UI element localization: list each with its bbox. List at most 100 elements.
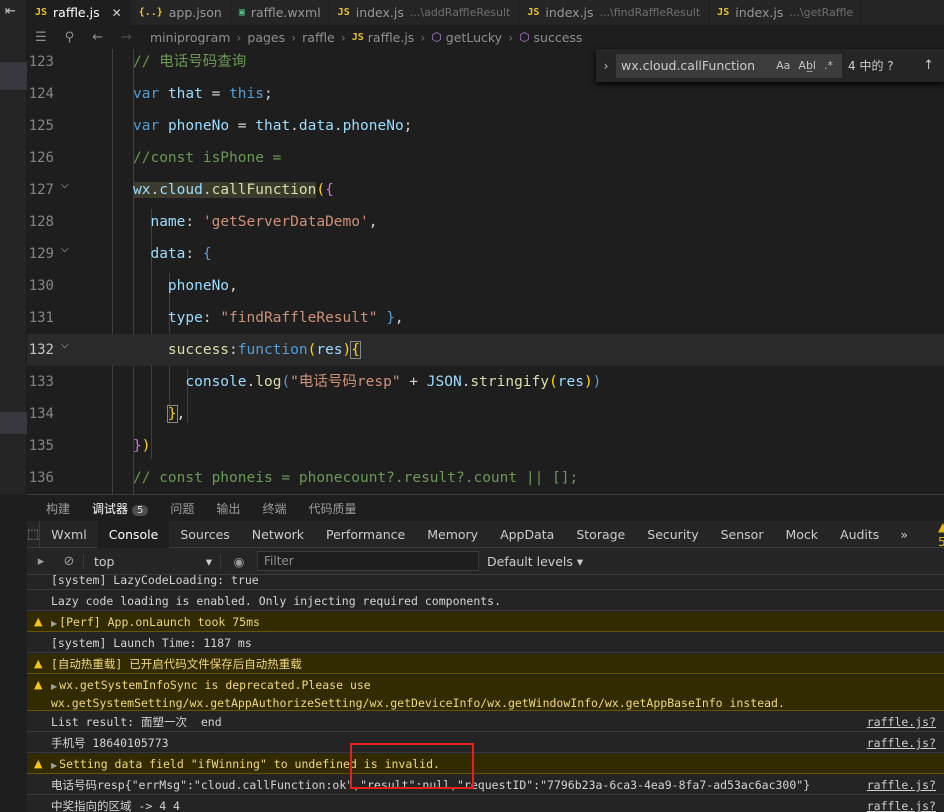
console-message: [system] Launch Time: 1187 ms xyxy=(51,636,252,650)
code-line: 126 //const isPhone = xyxy=(27,142,944,174)
breadcrumb-file[interactable]: raffle.js xyxy=(368,30,415,45)
panel-tab[interactable]: 问题 xyxy=(170,500,194,517)
console-warning-row: ▲ ▶ [Perf] App.onLaunch took 75ms xyxy=(27,612,944,632)
line-number: 125 xyxy=(28,118,54,134)
close-icon[interactable]: ✕ xyxy=(112,6,122,20)
devtools-tab[interactable]: AppData xyxy=(489,521,565,548)
devtools-tab[interactable]: Audits xyxy=(829,521,890,548)
editor-tab[interactable]: JS index.js ...\findRaffleResult xyxy=(519,0,710,25)
console-output[interactable]: [system] LazyCodeLoading: true Lazy code … xyxy=(27,575,944,812)
method-cube-icon: ⬡ xyxy=(519,30,530,44)
code-text: wx.cloud.callFunction({ xyxy=(133,182,334,198)
editor-tab-label: index.js xyxy=(355,5,404,20)
editor-tab[interactable]: {..} app.json xyxy=(131,0,231,25)
wxml-file-icon: ▣ xyxy=(238,7,245,18)
expand-triangle-icon[interactable]: ▶ xyxy=(51,619,57,628)
filter-input[interactable]: Filter xyxy=(257,551,479,571)
editor-tab-path: ...\addRaffleResult xyxy=(409,6,511,19)
inspect-element-icon[interactable]: ⬚ xyxy=(27,520,41,548)
devtools-tab[interactable]: Performance xyxy=(315,521,416,548)
editor-tab[interactable]: ▣ raffle.wxml xyxy=(231,0,330,25)
fold-chevron-icon[interactable]: ⌵ xyxy=(61,180,69,191)
source-link[interactable]: raffle.js? xyxy=(867,798,936,812)
devtools-tab[interactable]: Mock xyxy=(774,521,829,548)
line-number: 135 xyxy=(28,438,54,454)
code-editor[interactable]: 123 // 电话号码查询 124 var that = this; 125 v… xyxy=(27,49,944,494)
code-line: 130 phoneNo, xyxy=(27,270,944,302)
console-log-row: 电话号码resp{"errMsg":"cloud.callFunction:ok… xyxy=(27,775,944,795)
forward-arrow-icon[interactable]: → xyxy=(121,30,132,45)
editor-tab[interactable]: JS raffle.js ✕ xyxy=(27,0,131,25)
js-file-icon: JS xyxy=(351,31,364,43)
expand-triangle-icon[interactable]: ▶ xyxy=(51,682,57,691)
console-toolbar: ▸ ⊘ top ▾ ◉ Filter Default levels ▾ xyxy=(27,548,944,575)
panel-tab[interactable]: 终端 xyxy=(262,500,286,517)
outline-icon[interactable]: ☰ xyxy=(35,30,47,45)
devtools-tab[interactable]: Sensor xyxy=(710,521,775,548)
back-arrow-icon[interactable]: ← xyxy=(92,30,103,45)
editor-tab-label: raffle.wxml xyxy=(250,5,321,20)
activity-bar: ⇤ xyxy=(0,0,27,494)
regex-icon[interactable]: .* xyxy=(824,59,833,72)
editor-tab[interactable]: JS index.js ...\getRaffle xyxy=(709,0,863,25)
devtools-tab[interactable]: Wxml xyxy=(40,521,97,548)
find-input[interactable]: wx.cloud.callFunction Aa Ab̲l .* xyxy=(616,53,842,78)
panel-tab-label: 调试器 xyxy=(92,501,129,516)
breadcrumb-part[interactable]: raffle xyxy=(302,30,335,45)
panel-tab[interactable]: 输出 xyxy=(216,500,240,517)
panel-tab[interactable]: 代码质量 xyxy=(308,500,356,517)
devtools-tab[interactable]: Security xyxy=(636,521,709,548)
fold-chevron-icon[interactable]: ⌵ xyxy=(61,340,69,351)
console-message: [system] LazyCodeLoading: true xyxy=(51,575,259,587)
line-number: 126 xyxy=(28,150,54,166)
previous-match-arrow-icon[interactable]: ↑ xyxy=(923,58,934,73)
context-select[interactable]: top ▾ xyxy=(83,553,221,569)
panel-tab[interactable]: 调试器 5 xyxy=(92,500,149,517)
console-warning-row: ▲ ▶ wx.getSystemInfoSync is deprecated.Ple… xyxy=(27,675,944,711)
match-whole-word-icon[interactable]: Ab̲l xyxy=(798,59,816,72)
breadcrumb-part[interactable]: pages xyxy=(247,30,285,45)
toggle-replace-chevron-icon[interactable]: › xyxy=(596,59,616,73)
line-number: 123 xyxy=(28,54,54,70)
console-log-row: Lazy code loading is enabled. Only injec… xyxy=(27,591,944,611)
code-line: 129 ⌵ data: { xyxy=(27,238,944,270)
expand-triangle-icon[interactable]: ▶ xyxy=(51,761,57,770)
log-levels-dropdown[interactable]: Default levels ▾ xyxy=(487,554,583,569)
sidebar-toggle-icon[interactable]: ▸ xyxy=(27,554,55,569)
line-number: 132 xyxy=(28,342,54,358)
more-tabs-icon[interactable]: » xyxy=(890,527,918,542)
chevron-right-icon: › xyxy=(420,29,426,45)
devtools-tab[interactable]: Memory xyxy=(416,521,489,548)
editor-tab-label: index.js xyxy=(545,5,594,20)
console-message: 中奖指向的区域 -> 4 4 xyxy=(51,799,180,812)
breadcrumb-symbol[interactable]: getLucky xyxy=(446,30,502,45)
match-case-icon[interactable]: Aa xyxy=(776,59,790,72)
chevron-down-icon: ▾ xyxy=(205,553,212,569)
devtools-tab-bar: ⬚ Wxml Console Sources Network Performance Me… xyxy=(27,519,944,549)
source-link[interactable]: raffle.js? xyxy=(867,714,936,730)
context-select-value: top xyxy=(94,553,115,569)
breadcrumb-symbol[interactable]: success xyxy=(534,30,583,45)
editor-tab-label: index.js xyxy=(735,5,784,20)
clear-console-icon[interactable]: ⊘ xyxy=(55,554,83,569)
collapse-sidebar-icon[interactable]: ⇤ xyxy=(5,4,16,19)
console-log-row: 手机号 18640105773 raffle.js? xyxy=(27,733,944,753)
live-expression-eye-icon[interactable]: ◉ xyxy=(221,554,257,569)
code-text: success:function(res){ xyxy=(167,341,361,359)
panel-tab[interactable]: 构建 xyxy=(46,500,70,517)
fold-chevron-icon[interactable]: ⌵ xyxy=(61,244,69,255)
editor-tab[interactable]: JS index.js ...\addRaffleResult xyxy=(330,0,520,25)
console-message: [Perf] App.onLaunch took 75ms xyxy=(59,615,260,629)
warning-icon: ▲ xyxy=(34,678,43,691)
bookmark-icon[interactable]: ⚲ xyxy=(65,30,75,45)
console-log-row: 中奖指向的区域 -> 4 4 raffle.js? xyxy=(27,796,944,812)
devtools-tab[interactable]: Storage xyxy=(565,521,636,548)
code-text: type: "findRaffleResult" }, xyxy=(167,310,404,326)
source-link[interactable]: raffle.js? xyxy=(867,735,936,751)
devtools-tab[interactable]: Network xyxy=(241,521,315,548)
breadcrumb-part[interactable]: miniprogram xyxy=(150,30,230,45)
source-link[interactable]: raffle.js? xyxy=(867,777,936,793)
devtools-tab[interactable]: Console xyxy=(97,520,170,548)
warning-count[interactable]: ▲ 5 xyxy=(938,519,944,549)
devtools-tab[interactable]: Sources xyxy=(169,521,240,548)
